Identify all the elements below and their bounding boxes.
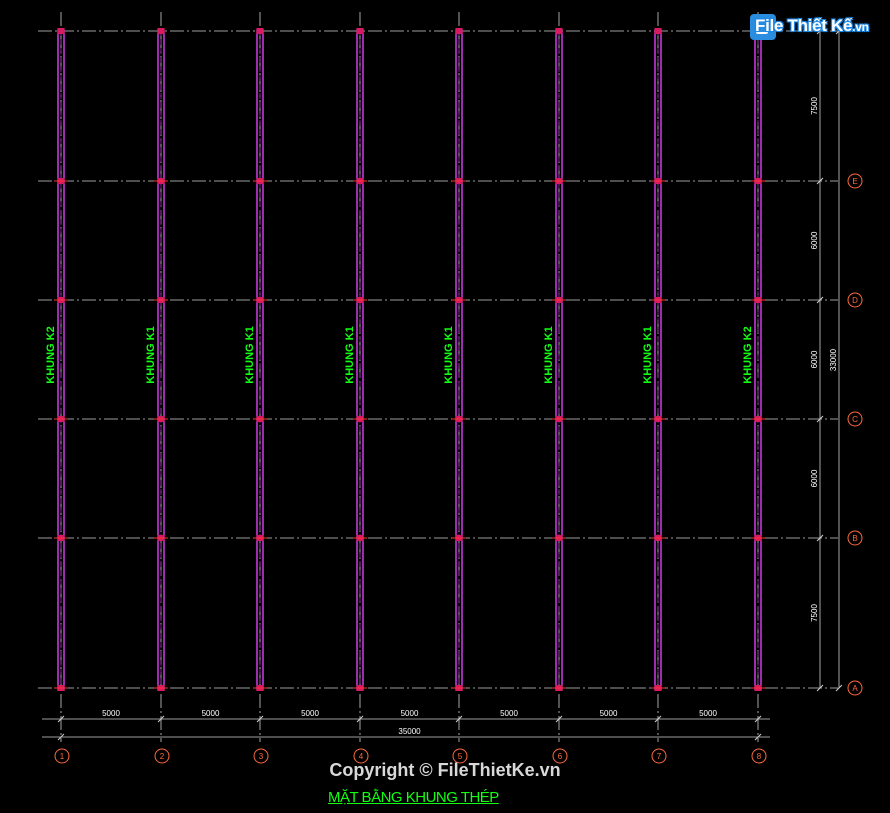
axis-letter-label: C (852, 415, 858, 424)
bay-dimension: 5000 (102, 709, 120, 718)
drawing-title: MẶT BẰNG KHUNG THÉP (328, 789, 499, 806)
total-width-dimension: 33000 (829, 348, 838, 371)
bay-dimension: 5000 (500, 709, 518, 718)
axis-letter-label: D (852, 296, 858, 305)
bay-dimension: 5000 (699, 709, 717, 718)
column-base (157, 28, 165, 34)
logo-text: File Thiết Kế.vn (755, 16, 869, 35)
column-base (455, 28, 463, 34)
row-dimension: 7500 (810, 97, 819, 115)
row-dimension: 6000 (810, 231, 819, 249)
axis-letter-label: B (852, 534, 857, 543)
filethietke-logo: File Thiết Kế.vn (750, 12, 869, 42)
bay-dimension: 5000 (301, 709, 319, 718)
copyright-watermark: Copyright © FileThietKe.vn (329, 760, 561, 780)
frame-label: KHUNG K1 (443, 326, 455, 383)
bay-dimension: 5000 (202, 709, 220, 718)
frame-label: KHUNG K2 (742, 326, 754, 383)
column-base (57, 28, 65, 34)
column-base (555, 28, 563, 34)
frame-label: KHUNG K2 (45, 326, 57, 383)
bay-dimension: 5000 (401, 709, 419, 718)
column-base (356, 28, 364, 34)
row-dimension: 7500 (810, 604, 819, 622)
column-base (654, 28, 662, 34)
axis-letter-label: E (852, 177, 857, 186)
frame-label: KHUNG K1 (244, 326, 256, 383)
frame-label: KHUNG K1 (145, 326, 157, 383)
total-length-dimension: 35000 (398, 727, 421, 736)
axis-letter-label: A (852, 684, 858, 693)
row-dimension: 6000 (810, 469, 819, 487)
frame-label: KHUNG K1 (543, 326, 555, 383)
bay-dimension: 5000 (600, 709, 618, 718)
row-dimension: 6000 (810, 350, 819, 368)
column-base (256, 28, 264, 34)
steel-frame-plan: KHUNG K2 KHUNG K1 KHUNG K1 KHUNG K1 KHUNG K1… (38, 12, 863, 764)
frame-label: KHUNG K1 (642, 326, 654, 383)
frame-label: KHUNG K1 (344, 326, 356, 383)
